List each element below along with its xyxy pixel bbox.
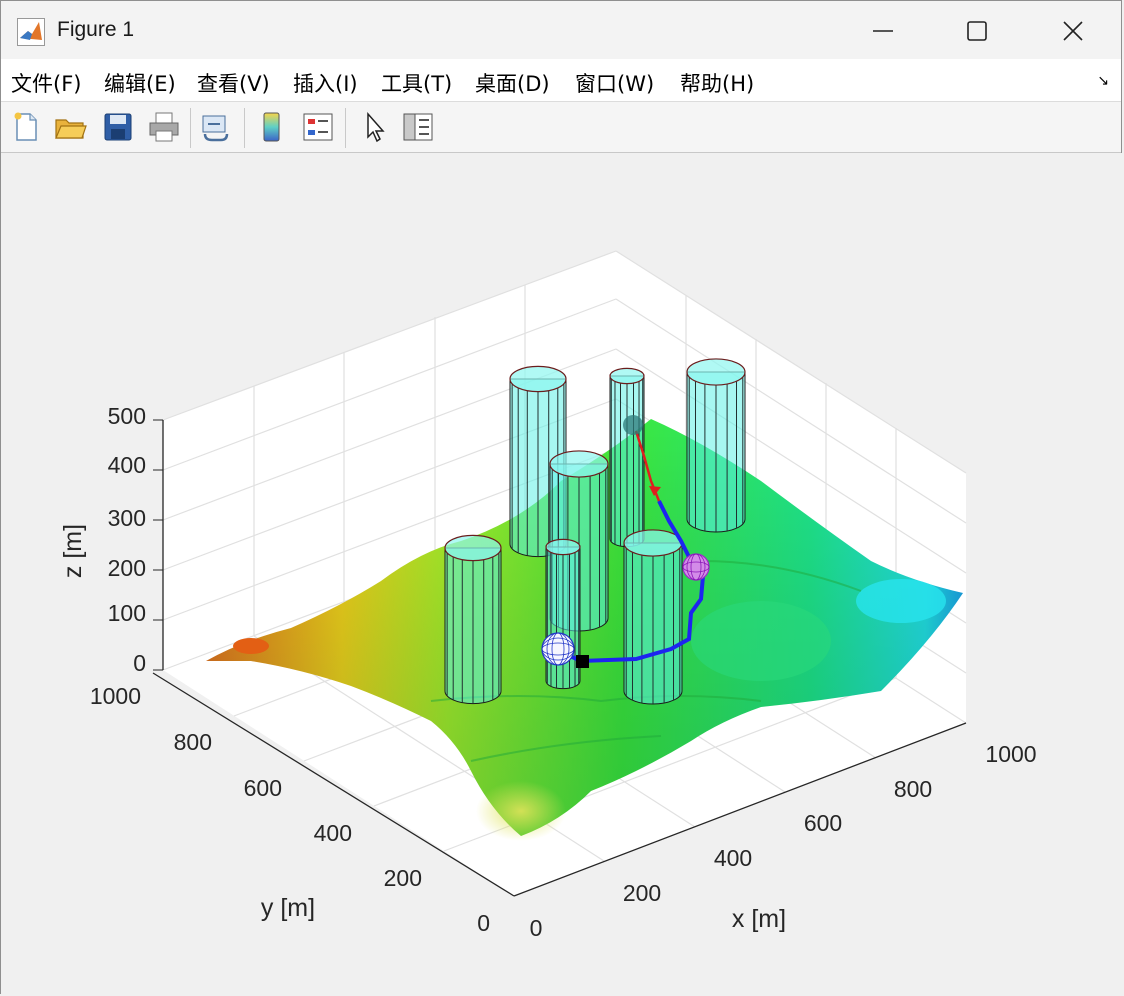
minimize-icon bbox=[873, 30, 893, 32]
start-marker bbox=[576, 655, 589, 668]
sphere-blue bbox=[541, 632, 575, 666]
z-axis: 0 100 200 300 400 500 z [m] bbox=[59, 403, 163, 676]
menu-insert[interactable]: 插入(I) bbox=[293, 68, 358, 98]
title-bar: Figure 1 bbox=[1, 1, 1121, 59]
x-tick-label: 1000 bbox=[985, 741, 1036, 767]
print-icon[interactable] bbox=[147, 110, 181, 144]
figure-window: Figure 1 文件(F) 编辑(E) 查看(V) 插入(I) 工具(T) 桌… bbox=[0, 0, 1123, 995]
maximize-button[interactable] bbox=[935, 1, 1025, 59]
maximize-icon bbox=[967, 21, 987, 41]
save-icon[interactable] bbox=[101, 110, 135, 144]
menu-edit[interactable]: 编辑(E) bbox=[104, 68, 176, 98]
colorbar-icon[interactable] bbox=[255, 110, 289, 144]
y-axis-label: y [m] bbox=[261, 894, 315, 922]
sphere-goal bbox=[623, 415, 643, 435]
z-tick-label: 500 bbox=[108, 403, 146, 429]
close-button[interactable] bbox=[1031, 1, 1121, 59]
toolbar bbox=[1, 101, 1121, 153]
axes-3d[interactable]: 0 100 200 300 400 500 z [m] 1000 800 600… bbox=[1, 153, 1123, 995]
menu-bar: 文件(F) 编辑(E) 查看(V) 插入(I) 工具(T) 桌面(D) 窗口(W… bbox=[1, 59, 1121, 101]
sphere-magenta bbox=[682, 553, 710, 581]
menu-file[interactable]: 文件(F) bbox=[11, 68, 81, 98]
x-axis-label: x [m] bbox=[732, 905, 786, 933]
z-tick-label: 200 bbox=[108, 555, 146, 581]
legend-icon[interactable] bbox=[301, 110, 335, 144]
cylinder-obstacle bbox=[444, 534, 502, 705]
minimize-button[interactable] bbox=[841, 1, 931, 59]
y-tick-label: 1000 bbox=[90, 683, 141, 709]
window-title: Figure 1 bbox=[57, 18, 135, 41]
dock-arrow-icon[interactable]: ↘ bbox=[1097, 73, 1109, 89]
z-tick-label: 300 bbox=[108, 505, 146, 531]
x-tick-label: 200 bbox=[623, 880, 661, 906]
z-tick-label: 400 bbox=[108, 452, 146, 478]
z-axis-label: z [m] bbox=[59, 524, 87, 578]
cylinder-obstacle bbox=[545, 538, 581, 690]
menu-tools[interactable]: 工具(T) bbox=[381, 68, 452, 98]
menu-window[interactable]: 窗口(W) bbox=[575, 68, 654, 98]
property-inspector-icon[interactable] bbox=[401, 110, 435, 144]
menu-view[interactable]: 查看(V) bbox=[197, 68, 270, 98]
cylinder-obstacle bbox=[623, 529, 683, 705]
x-tick-label: 0 bbox=[530, 915, 543, 941]
y-tick-label: 200 bbox=[384, 865, 422, 891]
menu-desktop[interactable]: 桌面(D) bbox=[475, 68, 550, 98]
matlab-icon bbox=[17, 18, 45, 46]
figure-canvas[interactable]: 0 100 200 300 400 500 z [m] 1000 800 600… bbox=[1, 153, 1123, 995]
cylinder-obstacle bbox=[686, 358, 746, 533]
menu-help[interactable]: 帮助(H) bbox=[680, 68, 754, 98]
y-tick-label: 600 bbox=[244, 775, 282, 801]
z-tick-label: 100 bbox=[108, 600, 146, 626]
cylinder-obstacle bbox=[609, 367, 645, 548]
pointer-icon[interactable] bbox=[358, 110, 392, 144]
y-tick-label: 0 bbox=[477, 910, 490, 936]
close-icon bbox=[1063, 21, 1083, 41]
x-tick-label: 400 bbox=[714, 845, 752, 871]
x-tick-label: 600 bbox=[804, 810, 842, 836]
y-tick-label: 400 bbox=[314, 820, 352, 846]
new-file-icon[interactable] bbox=[9, 110, 43, 144]
z-tick-label: 0 bbox=[133, 650, 146, 676]
open-folder-icon[interactable] bbox=[53, 110, 87, 144]
y-tick-label: 800 bbox=[174, 729, 212, 755]
link-icon[interactable] bbox=[199, 110, 233, 144]
x-tick-label: 800 bbox=[894, 776, 932, 802]
